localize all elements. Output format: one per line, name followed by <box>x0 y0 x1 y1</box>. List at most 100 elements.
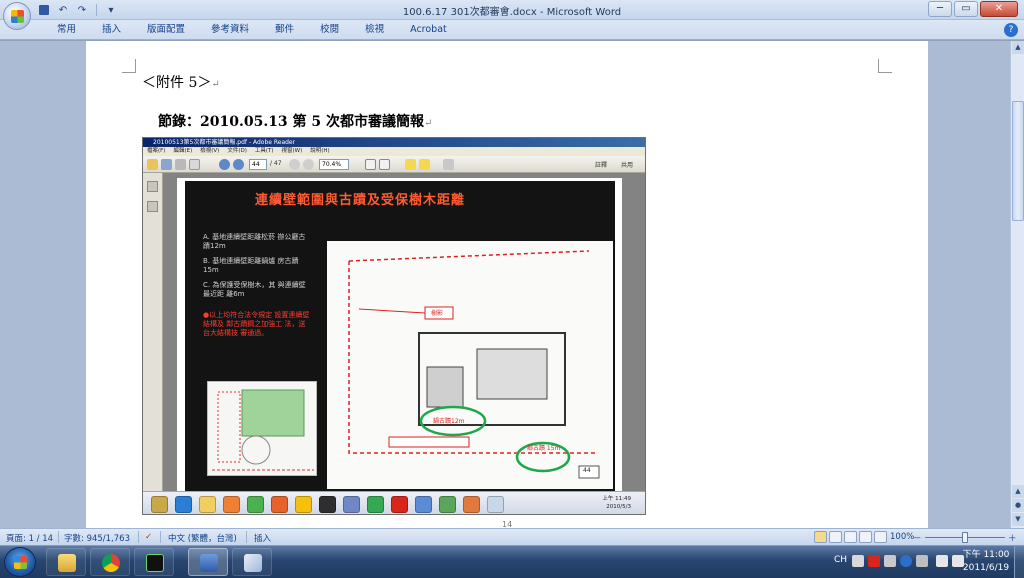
zoom-in-button[interactable]: ＋ <box>1008 532 1017 544</box>
excerpt-heading: 節錄：2010.05.13 第 5 次都市審議簡報↵ <box>158 111 432 131</box>
browse-object-icon[interactable]: ● <box>1012 499 1024 512</box>
tab-references[interactable]: 參考資料 <box>198 24 262 36</box>
reader-menu-edit: 編輯(E) <box>173 148 193 154</box>
reader-email-icon <box>189 159 200 170</box>
print-layout-view-icon[interactable] <box>814 531 827 543</box>
full-screen-view-icon[interactable] <box>829 531 842 543</box>
tab-insert[interactable]: 插入 <box>89 24 134 36</box>
pdf-page: 連續壁範圍與古蹟及受保樹木距離 A. 基地連續壁距離松菸 辦公廳古蹟12m B.… <box>177 178 622 491</box>
tab-page-layout[interactable]: 版面配置 <box>134 24 198 36</box>
map-label-page-number: 44 <box>583 467 591 474</box>
outline-view-icon[interactable] <box>859 531 872 543</box>
scroll-up-icon[interactable]: ▲ <box>1012 41 1024 54</box>
status-language[interactable]: 中文 (繁體，台灣) <box>168 532 237 544</box>
slide-title: 連續壁範圍與古蹟及受保樹木距離 <box>255 193 466 208</box>
next-page-icon[interactable]: ▼ <box>1012 513 1024 526</box>
zoom-slider-handle[interactable] <box>962 532 968 543</box>
slide-item-a: A. 基地連續壁距離松菸 辦公廳古蹟12m <box>203 233 306 250</box>
reader-page-total: / 47 <box>270 160 282 167</box>
tray-input-icon[interactable] <box>884 555 896 567</box>
web-layout-view-icon[interactable] <box>844 531 857 543</box>
folder-icon <box>58 554 76 572</box>
tray-keyboard-icon[interactable] <box>852 555 864 567</box>
map-label-heritage-12m: 鍋古蹟12m <box>433 418 465 425</box>
reader-next-page-icon <box>233 159 244 170</box>
draft-view-icon[interactable] <box>874 531 887 543</box>
reader-attachments-icon <box>147 201 158 212</box>
show-desktop-button[interactable] <box>1014 546 1024 578</box>
embedded-paint-icon <box>487 496 504 513</box>
inset-map-drawing <box>212 389 314 471</box>
tab-review[interactable]: 校閱 <box>307 24 352 36</box>
reader-open-icon <box>147 159 158 170</box>
tab-view[interactable]: 檢視 <box>352 24 397 36</box>
embedded-powerpoint-icon <box>463 496 480 513</box>
embedded-clock-time: 上午 11:49 <box>602 496 631 502</box>
tray-pdf-icon[interactable] <box>868 555 880 567</box>
page-number: 14 <box>502 520 513 528</box>
reader-fit-width-icon <box>379 159 390 170</box>
zoom-out-button[interactable]: － <box>913 532 922 544</box>
ribbon-tabs-bar: 常用 插入 版面配置 參考資料 郵件 校閱 檢視 Acrobat ? <box>0 20 1024 40</box>
status-word-count[interactable]: 字數: 945/1,763 <box>64 532 130 544</box>
slide-site-plan: 樹影 鍋古蹟12m 鄰古蹟 15m 44 <box>327 241 613 489</box>
site-plan-drawing <box>348 250 600 479</box>
taskbar-explorer[interactable] <box>46 548 86 576</box>
tray-settings-icon[interactable] <box>916 555 928 567</box>
ribbon-tabs: 常用 插入 版面配置 參考資料 郵件 校閱 檢視 Acrobat <box>44 24 460 36</box>
taskbar-app[interactable] <box>134 548 174 576</box>
status-separator <box>58 531 59 543</box>
document-area: ＜附件 5＞↵ 節錄：2010.05.13 第 5 次都市審議簡報↵ 20100… <box>0 41 1010 528</box>
status-page-count[interactable]: 頁面: 1 / 14 <box>6 532 53 544</box>
map-label-heritage-15m: 鄰古蹟 15m <box>527 445 561 452</box>
reader-menu-tools: 工具(T) <box>254 148 274 154</box>
tray-help-icon[interactable] <box>900 555 912 567</box>
minimize-button[interactable]: ─ <box>928 1 952 17</box>
status-separator <box>138 531 139 543</box>
close-button[interactable]: ✕ <box>980 1 1018 17</box>
reader-navigation-pane <box>143 173 163 491</box>
reader-menu: 檔案(F) 編輯(E) 檢視(V) 文件(D) 工具(T) 視窗(W) 說明(H… <box>143 147 645 156</box>
start-button[interactable] <box>4 547 36 577</box>
status-separator <box>160 531 161 543</box>
taskbar-paint[interactable] <box>232 548 272 576</box>
taskbar-word[interactable] <box>188 548 228 576</box>
scroll-thumb[interactable] <box>1012 101 1024 221</box>
help-icon[interactable]: ? <box>1004 23 1018 37</box>
document-page[interactable]: ＜附件 5＞↵ 節錄：2010.05.13 第 5 次都市審議簡報↵ 20100… <box>86 41 928 528</box>
reader-zoom-out-icon <box>289 159 300 170</box>
windows-logo-icon <box>14 556 27 569</box>
embedded-acrobat-icon <box>391 496 408 513</box>
status-insert-mode[interactable]: 插入 <box>254 532 271 544</box>
slide-item-b: B. 基地連續壁距離鍋爐 房古蹟15m <box>203 257 299 274</box>
embedded-app-icon <box>319 496 336 513</box>
reader-comment-icon <box>405 159 416 170</box>
slide-item-c: C. 為保護受保樹木，其 與連續壁最近距 離6m <box>203 281 306 298</box>
tray-flag-icon[interactable] <box>936 555 948 567</box>
presentation-slide: 連續壁範圍與古蹟及受保樹木距離 A. 基地連續壁距離松菸 辦公廳古蹟12m B.… <box>185 181 615 491</box>
taskbar: CH 下午 11:00 2011/6/19 <box>0 545 1024 578</box>
reader-page-field: 44 <box>249 159 267 170</box>
slide-distance-list: A. 基地連續壁距離松菸 辦公廳古蹟12m B. 基地連續壁距離鍋爐 房古蹟15… <box>203 233 308 305</box>
embedded-clock: 上午 11:49 2010/5/3 <box>602 495 631 511</box>
zoom-level[interactable]: 100% <box>890 532 914 542</box>
reader-pages-icon <box>147 181 158 192</box>
proofing-icon[interactable]: ✓ <box>145 532 152 542</box>
restore-button[interactable]: ▭ <box>954 1 978 17</box>
prev-page-icon[interactable]: ▲ <box>1012 485 1024 498</box>
office-button[interactable] <box>3 2 31 30</box>
taskbar-chrome[interactable] <box>90 548 130 576</box>
tab-acrobat[interactable]: Acrobat <box>397 24 460 36</box>
embedded-yahoo-icon <box>295 496 312 513</box>
vertical-scrollbar[interactable]: ▲ ▲ ● ▼ <box>1010 41 1024 528</box>
tab-home[interactable]: 常用 <box>44 24 89 36</box>
embedded-media-icon <box>223 496 240 513</box>
embedded-folder-icon <box>199 496 216 513</box>
reader-save-icon <box>161 159 172 170</box>
embedded-screenshot[interactable]: 20100513第5次都市審議簡報.pdf - Adobe Reader 檔案(… <box>142 137 646 515</box>
tab-mailings[interactable]: 郵件 <box>262 24 307 36</box>
language-indicator[interactable]: CH <box>834 555 847 565</box>
reader-menu-help: 說明(H) <box>310 148 330 154</box>
system-clock[interactable]: 下午 11:00 2011/6/19 <box>956 549 1016 575</box>
reader-menu-file: 檔案(F) <box>147 148 166 154</box>
